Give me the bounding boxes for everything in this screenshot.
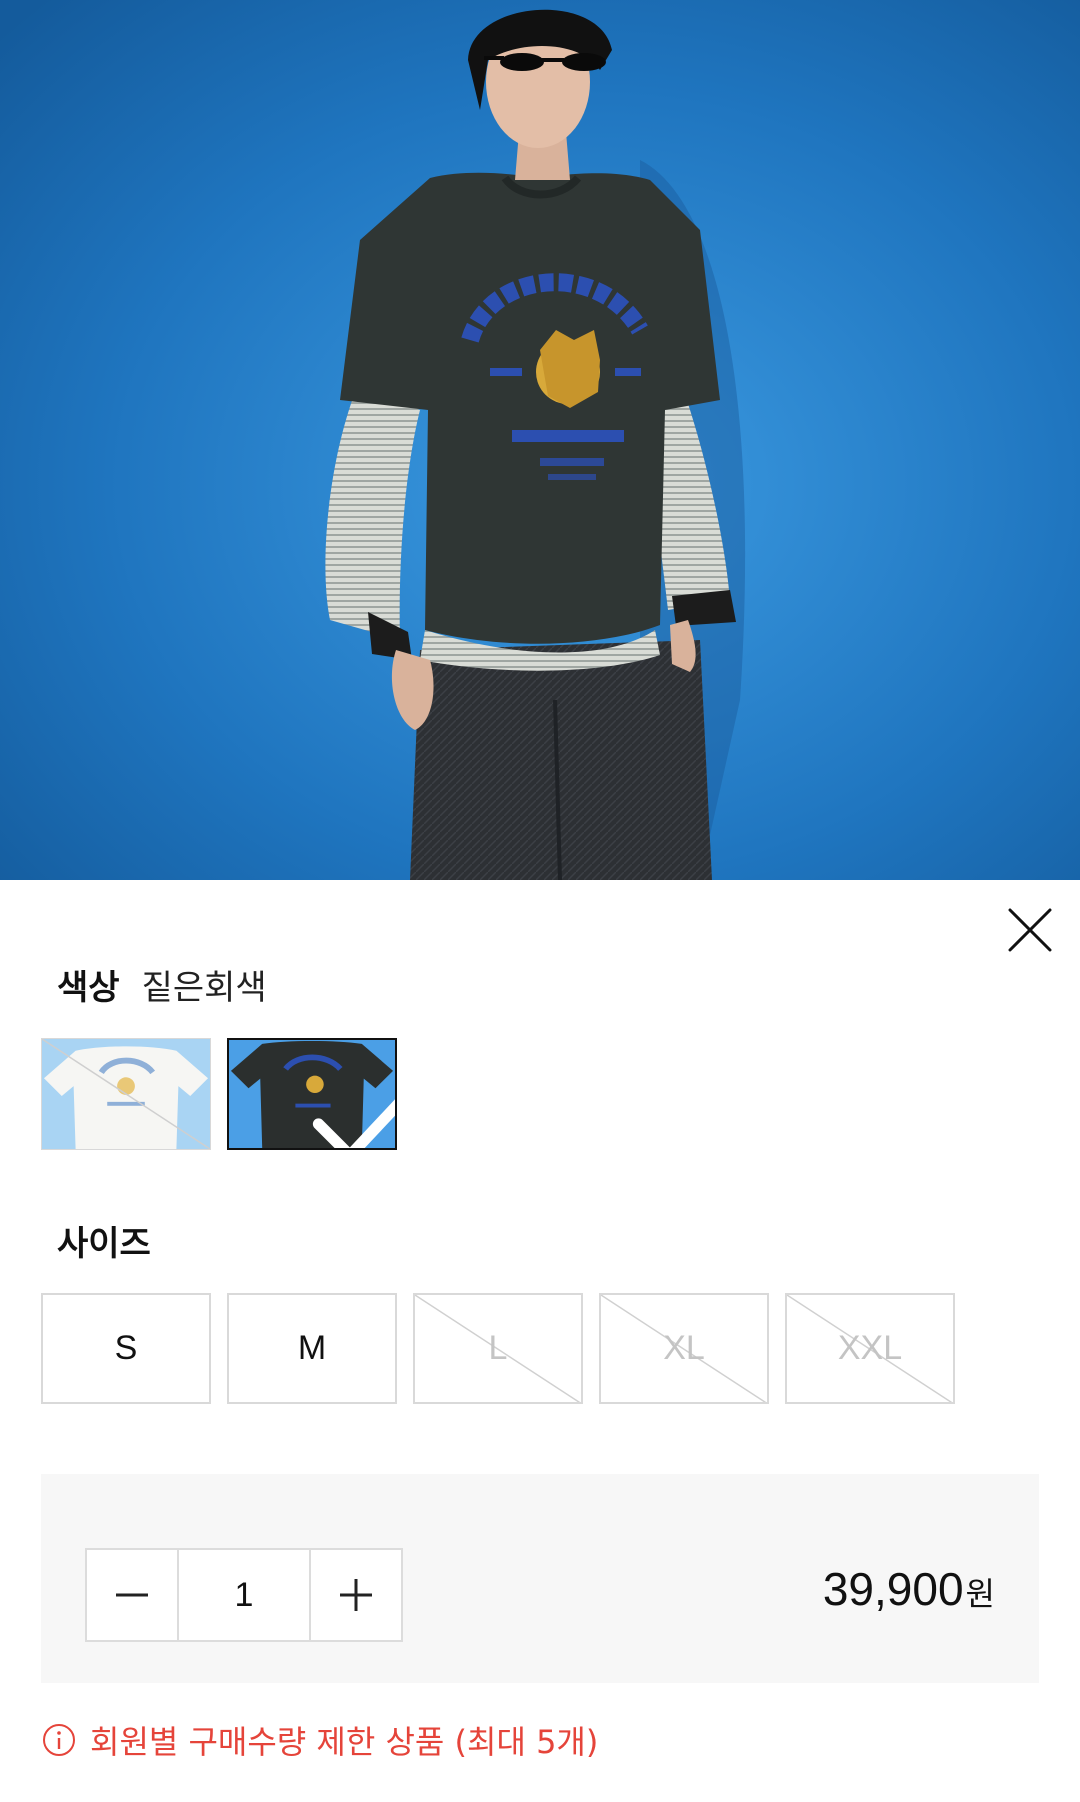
size-option-s[interactable]: S bbox=[41, 1293, 211, 1404]
price-amount: 39,900 bbox=[822, 1563, 964, 1615]
white-shirt-thumbnail bbox=[42, 1039, 210, 1149]
product-hero-image bbox=[0, 0, 1080, 880]
option-bottom-sheet: 색상 짙은회색 사이즈 S M L XL XXL 1 39,900 원 회원별 … bbox=[0, 880, 1080, 1802]
color-swatch-dark-gray[interactable] bbox=[227, 1038, 397, 1150]
size-option-label: M bbox=[297, 1329, 327, 1367]
info-circle-icon bbox=[43, 1724, 75, 1756]
size-label: 사이즈 bbox=[57, 1224, 151, 1264]
size-option-label: XXL bbox=[837, 1329, 903, 1367]
color-option-row: 색상 짙은회색 bbox=[57, 962, 267, 1008]
selected-color-value: 짙은회색 bbox=[141, 967, 267, 1008]
color-swatch-white[interactable] bbox=[41, 1038, 211, 1150]
size-option-label: S bbox=[114, 1329, 138, 1367]
size-option-xl[interactable]: XL bbox=[599, 1293, 769, 1404]
plus-icon bbox=[340, 1579, 372, 1611]
minus-icon bbox=[116, 1593, 148, 1597]
quantity-price-panel: 1 39,900 원 bbox=[41, 1474, 1039, 1683]
quantity-stepper: 1 bbox=[85, 1548, 403, 1642]
price-currency: 원 bbox=[965, 1575, 995, 1613]
check-icon bbox=[312, 1099, 395, 1148]
size-option-xxl[interactable]: XXL bbox=[785, 1293, 955, 1404]
increase-quantity-button[interactable] bbox=[311, 1550, 401, 1640]
close-button[interactable] bbox=[1002, 902, 1058, 958]
model-photo bbox=[0, 0, 1080, 880]
close-icon bbox=[1008, 908, 1052, 952]
size-option-label: XL bbox=[663, 1329, 705, 1367]
size-option-m[interactable]: M bbox=[227, 1293, 397, 1404]
quantity-input[interactable]: 1 bbox=[177, 1550, 311, 1640]
color-label: 색상 bbox=[57, 967, 120, 1008]
notice-text: 회원별 구매수량 제한 상품 (최대 5개) bbox=[90, 1723, 599, 1761]
size-option-l[interactable]: L bbox=[413, 1293, 583, 1404]
decrease-quantity-button[interactable] bbox=[87, 1550, 177, 1640]
total-price: 39,900 원 bbox=[823, 1562, 995, 1616]
size-option-label: L bbox=[488, 1329, 508, 1367]
purchase-limit-notice: 회원별 구매수량 제한 상품 (최대 5개) bbox=[42, 1717, 598, 1763]
